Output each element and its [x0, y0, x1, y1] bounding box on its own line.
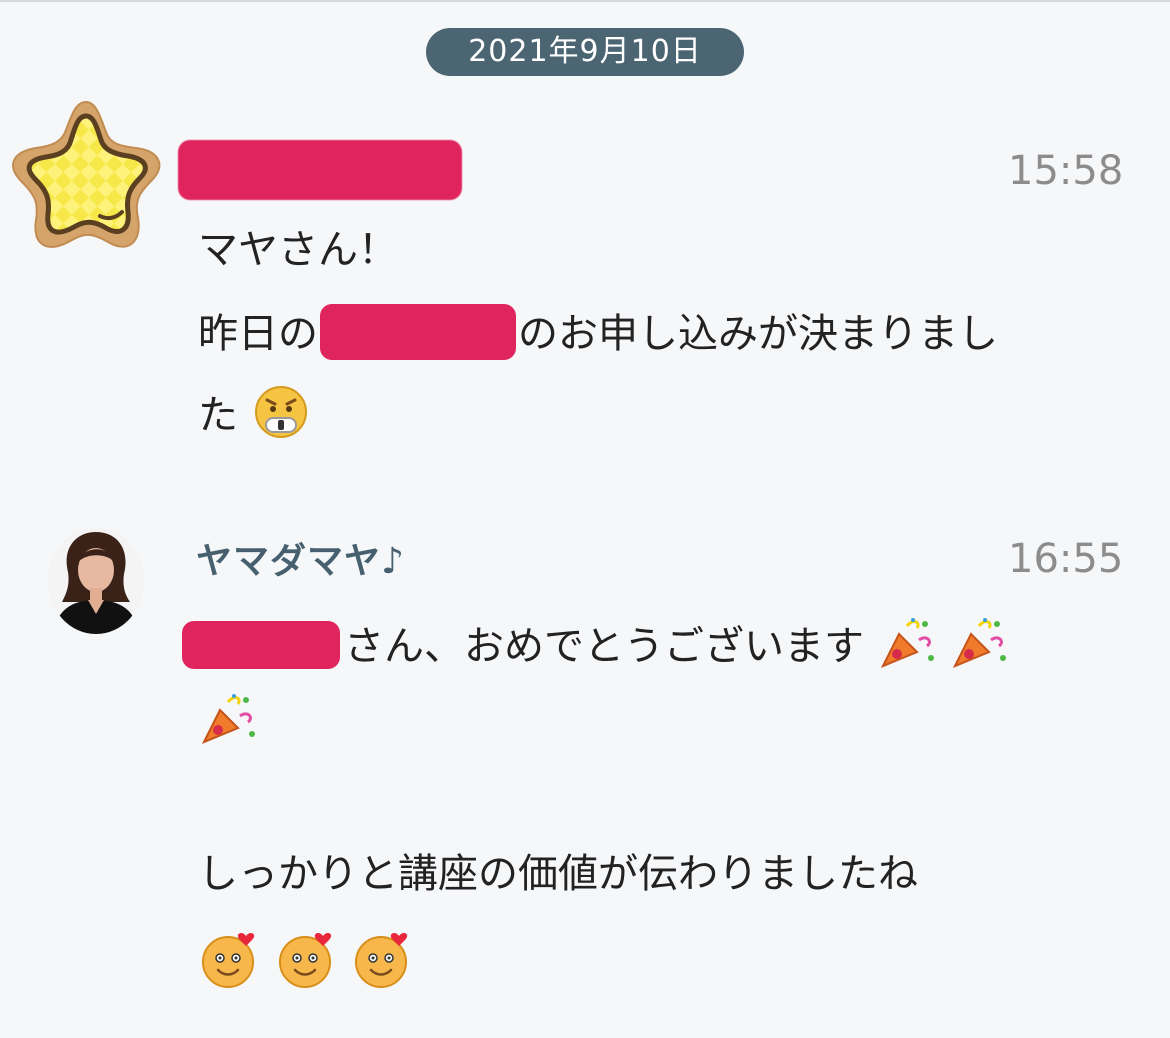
party-popper-icon — [198, 690, 258, 759]
message-line: さん、おめでとうございます — [182, 614, 1009, 683]
redacted-text — [320, 304, 516, 360]
party-popper-icon — [877, 614, 937, 683]
top-divider — [0, 0, 1170, 2]
message-line: た — [198, 384, 311, 451]
smiling-face-with-heart-icon — [198, 930, 262, 1001]
message-line — [198, 930, 415, 1001]
message-line — [198, 690, 258, 759]
date-separator: 2021年9月10日 — [426, 28, 744, 76]
smiling-face-with-heart-icon — [275, 930, 339, 1001]
message-line: 昨日の のお申し込みが決まりまし — [198, 304, 998, 360]
user-avatar[interactable] — [48, 528, 144, 634]
scared-face-icon — [251, 384, 311, 451]
redacted-sender-name — [178, 140, 462, 200]
smiling-face-with-heart-icon — [351, 930, 415, 1001]
message-time: 16:55 — [1008, 536, 1124, 582]
message-time: 15:58 — [1008, 148, 1124, 194]
redacted-text — [182, 620, 340, 669]
message-text: た — [198, 392, 238, 439]
star-avatar[interactable] — [4, 96, 168, 258]
sender-name[interactable]: ヤマダマヤ♪ — [196, 532, 405, 584]
message-text: 昨日の — [198, 311, 318, 357]
message-line: しっかりと講座の価値が伝わりましたね — [198, 851, 918, 897]
party-popper-icon — [949, 614, 1009, 683]
message-text: さん、おめでとうございます — [344, 623, 864, 670]
message-text: のお申し込みが決まりまし — [518, 311, 998, 357]
message-line: マヤさん！ — [198, 227, 398, 273]
